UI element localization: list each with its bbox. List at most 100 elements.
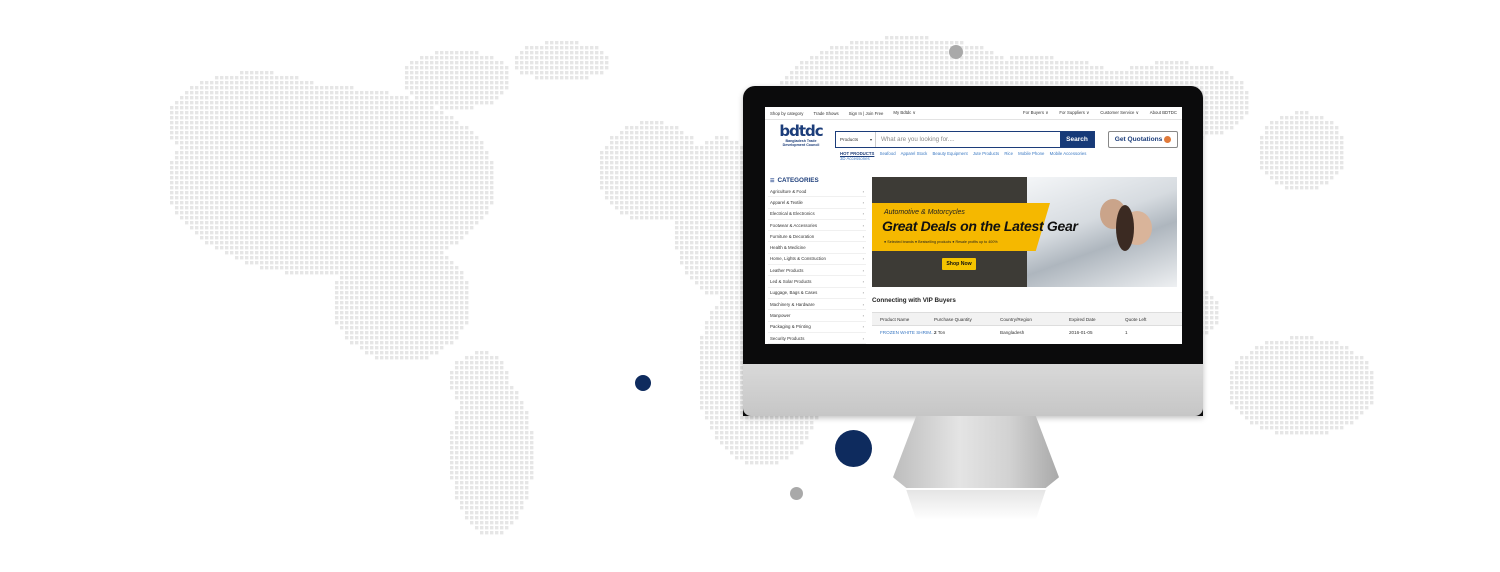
category-label: Agriculture & Food <box>770 188 807 194</box>
hot-product-link[interactable]: Seafood <box>880 151 896 156</box>
chevron-right-icon: › <box>862 256 864 262</box>
nav-about[interactable]: About BDTDC <box>1150 110 1177 116</box>
decor-dot-navy-large <box>835 430 872 467</box>
hot-product-link[interactable]: Beauty Equipment <box>933 151 968 156</box>
chevron-right-icon: › <box>862 312 864 318</box>
monitor-stand-reflection <box>906 490 1046 520</box>
get-quotations-button[interactable]: Get Quotations <box>1108 131 1178 148</box>
decor-dot-navy-small <box>635 375 651 391</box>
categories-list: Agriculture & Food › Apparel & Textile › Ele… <box>768 186 866 344</box>
chevron-right-icon: › <box>862 188 864 194</box>
website-screen: Shop by category Trade Shows Sign In | J… <box>765 107 1182 344</box>
category-item[interactable]: Security Products › <box>768 333 866 344</box>
hot-product-link[interactable]: Mobile Phone <box>1018 151 1044 156</box>
caret-down-icon: ▾ <box>869 137 872 142</box>
col-quote-left: Quote Left <box>1125 316 1147 322</box>
search-button[interactable]: Search <box>1060 132 1094 147</box>
nav-for-suppliers[interactable]: For Suppliers ∨ <box>1059 110 1089 116</box>
category-label: Electrical & Electronics <box>770 211 815 217</box>
qty-unit: Ton <box>937 330 946 335</box>
chevron-right-icon: › <box>862 301 864 307</box>
category-item[interactable]: Led & Solar Products › <box>768 276 866 288</box>
promo-banner[interactable]: Automotive & Motorcycles Great Deals on … <box>872 177 1177 287</box>
col-product-name: Product Name <box>880 316 910 322</box>
category-item[interactable]: Health & Medicine › <box>768 242 866 254</box>
category-item[interactable]: Leather Products › <box>768 265 866 277</box>
category-label: Furniture & Decoration <box>770 233 815 239</box>
category-item[interactable]: Footwear & Accessories › <box>768 220 866 232</box>
col-country-region: Country/Region <box>1000 316 1032 322</box>
nav-my-bdtdc[interactable]: My Bdtdc ∨ <box>893 110 915 116</box>
chevron-right-icon: › <box>862 199 864 205</box>
hot-product-link[interactable]: Mobile Accessories <box>1050 151 1087 156</box>
category-label: Home, Lights & Construction <box>770 256 826 262</box>
logo-mark: bdtdc <box>779 122 823 140</box>
category-label: Led & Solar Products <box>770 279 812 285</box>
category-label: Security Products <box>770 335 805 341</box>
category-item[interactable]: Manpower › <box>768 310 866 322</box>
hot-product-link[interactable]: Rice <box>1004 151 1013 156</box>
col-expired-date: Expired Date <box>1069 316 1096 322</box>
category-label: Apparel & Textile <box>770 199 803 205</box>
nav-shop-by-category[interactable]: Shop by category <box>770 111 803 116</box>
chevron-right-icon: › <box>862 233 864 239</box>
category-label: Health & Medicine <box>770 245 806 251</box>
quotation-badge-icon <box>1164 136 1172 143</box>
hot-product-link[interactable]: Apparel Stock <box>901 151 928 156</box>
hot-product-link[interactable]: 3D Accessories <box>840 156 870 161</box>
category-item[interactable]: Home, Lights & Construction › <box>768 254 866 266</box>
category-label: Manpower <box>770 312 791 318</box>
shop-now-button[interactable]: Shop Now <box>942 258 976 270</box>
categories-sidebar: ☰ CATEGORIES Agriculture & Food › Apparel … <box>768 175 866 344</box>
decor-dot-gray-bottom <box>790 487 803 500</box>
list-icon: ☰ <box>770 177 775 184</box>
nav-sign-in-join[interactable]: Sign In | Join Free <box>849 111 884 116</box>
category-item[interactable]: Furniture & Decoration › <box>768 231 866 243</box>
nav-trade-shows[interactable]: Trade Shows <box>813 111 838 116</box>
search-category-value: Products <box>840 137 859 142</box>
nav-customer-service[interactable]: Customer Service ∨ <box>1100 110 1139 116</box>
category-item[interactable]: Luggage, Bags & Cases › <box>768 288 866 299</box>
col-purchase-quantity: Purchase Quantity <box>934 316 972 322</box>
categories-title: CATEGORIES <box>777 177 819 184</box>
monitor-chin <box>743 364 1203 416</box>
top-nav-bar: Shop by category Trade Shows Sign In | J… <box>765 107 1182 120</box>
category-item[interactable]: Machinery & Hardware › <box>768 299 866 311</box>
chevron-right-icon: › <box>862 222 864 228</box>
chevron-right-icon: › <box>862 245 864 251</box>
category-label: Luggage, Bags & Cases <box>770 290 818 296</box>
categories-header: ☰ CATEGORIES <box>768 175 866 186</box>
category-label: Packaging & Printing <box>770 324 811 330</box>
logo-subtitle-line2: Development Council <box>782 143 820 148</box>
search-category-select[interactable]: Products ▾ <box>836 132 876 147</box>
search-input[interactable]: What are you looking for.... <box>876 136 1060 143</box>
cell-product-name[interactable]: FROZEN WHITE SHRIM... <box>872 330 934 335</box>
cell-quote-left: 1 <box>1125 330 1128 335</box>
search-bar: Products ▾ What are you looking for.... … <box>835 131 1095 148</box>
banner-subtitle: Automotive & Motorcycles <box>884 209 965 216</box>
hot-products-bar: HOT PRODUCTS Seafood Apparel Stock Beaut… <box>840 151 1160 161</box>
vip-buyers-title: Connecting with VIP Buyers <box>872 297 956 304</box>
category-label: Footwear & Accessories <box>770 222 818 228</box>
category-item[interactable]: Apparel & Textile › <box>768 197 866 209</box>
chevron-right-icon: › <box>862 335 864 341</box>
banner-features: ● Selected brands ● Bestselling products… <box>884 240 998 244</box>
cell-expired-date: 2016-01-05 <box>1069 330 1093 335</box>
cell-country: Bangladesh <box>1000 330 1025 335</box>
chevron-right-icon: › <box>862 211 864 217</box>
hot-product-link[interactable]: Jute Products <box>973 151 999 156</box>
banner-hair <box>1116 205 1134 251</box>
monitor-stand <box>893 416 1059 488</box>
hero-stage: Shop by category Trade Shows Sign In | J… <box>0 0 1500 572</box>
category-item[interactable]: Electrical & Electronics › <box>768 209 866 220</box>
qty-number: 2 <box>934 330 937 335</box>
chevron-right-icon: › <box>862 267 864 273</box>
category-label: Leather Products <box>770 267 804 273</box>
nav-for-buyers[interactable]: For Buyers ∨ <box>1023 110 1048 116</box>
table-row[interactable]: FROZEN WHITE SHRIM... 2 Ton Bangladesh 2… <box>872 326 1182 339</box>
bdtdc-logo[interactable]: bdtdc Bangladesh Trade Development Counc… <box>775 122 827 148</box>
category-item[interactable]: Packaging & Printing › <box>768 322 866 333</box>
category-item[interactable]: Agriculture & Food › <box>768 186 866 198</box>
site-header: bdtdc Bangladesh Trade Development Counc… <box>765 120 1182 162</box>
get-quotations-label: Get Quotations <box>1114 136 1163 143</box>
